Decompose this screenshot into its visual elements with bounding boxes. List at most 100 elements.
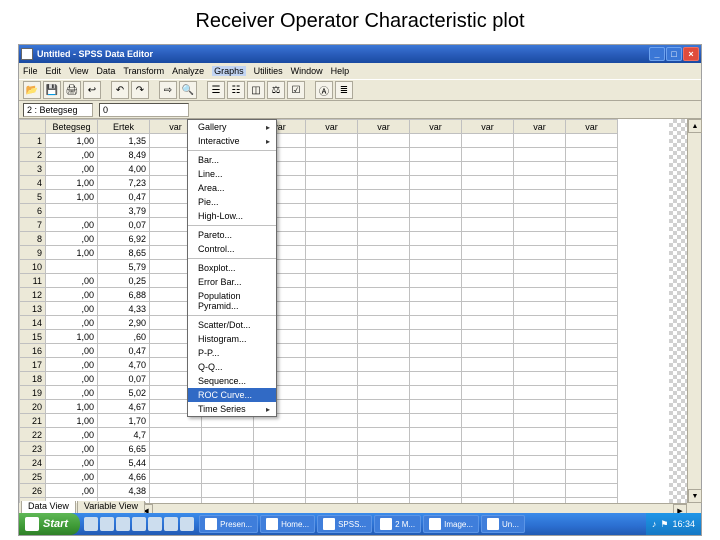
data-cell[interactable] [514, 302, 566, 316]
save-button[interactable]: 💾 [43, 81, 61, 99]
data-cell[interactable] [410, 400, 462, 414]
data-cell[interactable] [358, 190, 410, 204]
data-cell[interactable] [410, 260, 462, 274]
data-cell[interactable] [358, 400, 410, 414]
menu-window[interactable]: Window [291, 66, 323, 76]
data-cell[interactable] [358, 288, 410, 302]
data-cell[interactable]: 0,07 [98, 372, 150, 386]
data-cell[interactable] [306, 190, 358, 204]
data-cell[interactable] [306, 288, 358, 302]
data-cell[interactable] [410, 246, 462, 260]
data-cell[interactable] [306, 148, 358, 162]
quick-launch-icon[interactable] [84, 517, 98, 531]
data-cell[interactable]: ,00 [46, 218, 98, 232]
data-cell[interactable]: 5,44 [98, 456, 150, 470]
data-cell[interactable]: 4,33 [98, 302, 150, 316]
row-header[interactable]: 8 [20, 232, 46, 246]
undo-button[interactable]: ↶ [111, 81, 129, 99]
column-header[interactable]: var [566, 120, 618, 134]
data-cell[interactable] [514, 148, 566, 162]
row-header[interactable]: 24 [20, 456, 46, 470]
menu-graphs[interactable]: Graphs [212, 66, 246, 76]
data-cell[interactable] [410, 372, 462, 386]
data-cell[interactable]: ,00 [46, 358, 98, 372]
data-cell[interactable] [358, 386, 410, 400]
data-cell[interactable] [462, 260, 514, 274]
data-cell[interactable]: ,00 [46, 456, 98, 470]
data-cell[interactable] [410, 484, 462, 498]
data-cell[interactable] [254, 470, 306, 484]
data-cell[interactable]: ,00 [46, 274, 98, 288]
data-cell[interactable] [514, 176, 566, 190]
data-cell[interactable] [202, 442, 254, 456]
data-cell[interactable] [306, 260, 358, 274]
scroll-up-button[interactable]: ▲ [688, 119, 702, 133]
data-cell[interactable] [410, 162, 462, 176]
data-cell[interactable] [462, 344, 514, 358]
data-cell[interactable]: ,00 [46, 232, 98, 246]
data-cell[interactable] [566, 288, 618, 302]
data-cell[interactable] [358, 442, 410, 456]
data-cell[interactable] [514, 428, 566, 442]
data-cell[interactable]: ,00 [46, 372, 98, 386]
row-header[interactable]: 21 [20, 414, 46, 428]
taskbar-button[interactable]: Presen... [199, 515, 258, 533]
data-cell[interactable]: ,00 [46, 442, 98, 456]
data-cell[interactable] [306, 274, 358, 288]
data-cell[interactable] [462, 302, 514, 316]
data-cell[interactable] [306, 176, 358, 190]
data-cell[interactable] [566, 134, 618, 148]
data-cell[interactable] [514, 260, 566, 274]
data-cell[interactable] [410, 176, 462, 190]
column-header[interactable]: var [358, 120, 410, 134]
data-cell[interactable] [462, 386, 514, 400]
data-cell[interactable] [202, 484, 254, 498]
split-button[interactable]: ◫ [247, 81, 265, 99]
menu-item-boxplot[interactable]: Boxplot... [188, 261, 276, 275]
data-cell[interactable] [410, 358, 462, 372]
row-header[interactable]: 7 [20, 218, 46, 232]
menu-item-p-p[interactable]: P-P... [188, 346, 276, 360]
data-cell[interactable]: 1,00 [46, 400, 98, 414]
menu-item-population-pyramid[interactable]: Population Pyramid... [188, 289, 276, 313]
data-cell[interactable] [514, 274, 566, 288]
data-cell[interactable] [566, 358, 618, 372]
data-cell[interactable] [566, 316, 618, 330]
data-cell[interactable] [306, 218, 358, 232]
data-cell[interactable] [462, 484, 514, 498]
data-cell[interactable] [514, 190, 566, 204]
data-cell[interactable] [358, 148, 410, 162]
quick-launch-icon[interactable] [116, 517, 130, 531]
data-cell[interactable] [566, 386, 618, 400]
data-cell[interactable] [254, 442, 306, 456]
quick-launch-icon[interactable] [180, 517, 194, 531]
data-cell[interactable] [514, 386, 566, 400]
menu-item-roc-curve[interactable]: ROC Curve... [188, 388, 276, 402]
menu-item-pareto[interactable]: Pareto... [188, 228, 276, 242]
row-header[interactable]: 2 [20, 148, 46, 162]
data-cell[interactable] [566, 428, 618, 442]
scroll-down-button[interactable]: ▼ [688, 489, 702, 503]
data-cell[interactable]: 3,79 [98, 204, 150, 218]
data-cell[interactable] [514, 344, 566, 358]
row-header[interactable]: 25 [20, 470, 46, 484]
data-cell[interactable] [410, 232, 462, 246]
data-cell[interactable] [306, 442, 358, 456]
data-cell[interactable]: 8,49 [98, 148, 150, 162]
data-cell[interactable] [566, 260, 618, 274]
data-cell[interactable] [462, 232, 514, 246]
row-header[interactable]: 15 [20, 330, 46, 344]
data-cell[interactable]: ,00 [46, 162, 98, 176]
data-cell[interactable]: 5,79 [98, 260, 150, 274]
data-cell[interactable] [514, 162, 566, 176]
data-cell[interactable] [306, 246, 358, 260]
data-cell[interactable] [566, 344, 618, 358]
row-header[interactable]: 13 [20, 302, 46, 316]
data-cell[interactable]: ,00 [46, 288, 98, 302]
data-cell[interactable] [410, 218, 462, 232]
data-cell[interactable] [254, 456, 306, 470]
quick-launch-icon[interactable] [132, 517, 146, 531]
data-cell[interactable] [514, 316, 566, 330]
tray-icon[interactable]: ♪ [652, 519, 657, 529]
data-cell[interactable] [462, 134, 514, 148]
